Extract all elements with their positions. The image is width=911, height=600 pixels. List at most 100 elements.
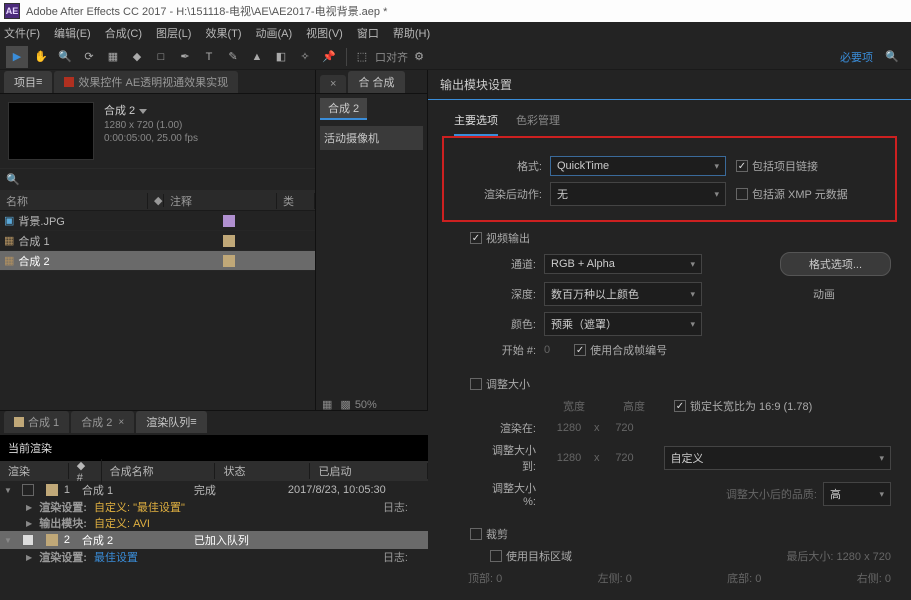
camera-tool-icon[interactable]: ▦	[102, 46, 124, 68]
menu-help[interactable]: 帮助(H)	[393, 25, 430, 41]
menu-composition[interactable]: 合成(C)	[105, 25, 142, 41]
column-type[interactable]: 类	[277, 193, 315, 209]
menu-file[interactable]: 文件(F)	[4, 25, 40, 41]
render-queue-tab[interactable]: 渲染队列 ≡	[136, 411, 206, 433]
selection-tool-icon[interactable]: ▶	[6, 46, 28, 68]
expand-toggle-icon[interactable]	[4, 534, 12, 546]
start-hash-label: 开始 #:	[480, 342, 536, 358]
text-tool-icon[interactable]: T	[198, 46, 220, 68]
zoom-level[interactable]: 50%	[355, 399, 377, 411]
search-icon[interactable]: 🔍	[6, 173, 20, 186]
render-checkbox[interactable]	[22, 534, 34, 546]
menu-view[interactable]: 视图(V)	[306, 25, 343, 41]
use-comp-frame-checkbox[interactable]: 使用合成帧编号	[574, 342, 667, 358]
chevron-down-icon[interactable]	[139, 109, 147, 114]
item-name: 合成 2	[18, 253, 49, 269]
comp-icon: ▦	[4, 254, 14, 267]
expand-toggle-icon[interactable]	[26, 551, 32, 563]
dialog-tab-color[interactable]: 色彩管理	[516, 112, 560, 136]
highlight-annotation: 格式: QuickTime▾ 包括项目链接 渲染后动作: 无▾ 包括源 XMP …	[442, 136, 897, 222]
rotate-tool-icon[interactable]: ⟳	[78, 46, 100, 68]
column-name[interactable]: 名称	[0, 193, 148, 209]
timeline-tab-comp2[interactable]: 合成 2×	[71, 411, 134, 433]
channel-dropdown[interactable]: RGB + Alpha▾	[544, 254, 702, 274]
rq-col-status[interactable]: 状态	[215, 463, 310, 479]
output-module-link[interactable]: 自定义: AVI	[94, 515, 150, 531]
pen-tool-icon[interactable]: ✒	[174, 46, 196, 68]
height-header: 高度	[604, 398, 664, 414]
expand-toggle-icon[interactable]	[26, 501, 32, 513]
menu-edit[interactable]: 编辑(E)	[54, 25, 91, 41]
comp-tab-close[interactable]: ×	[320, 75, 346, 93]
rq-status: 已加入队列	[194, 532, 288, 548]
roto-tool-icon[interactable]: ✧	[294, 46, 316, 68]
project-item[interactable]: ▦ 合成 2	[0, 251, 315, 271]
effect-controls-tab[interactable]: 效果控件 AE透明视通效果实现	[54, 71, 238, 93]
shape-tool-icon[interactable]: □	[150, 46, 172, 68]
log-label: 日志:	[383, 552, 408, 564]
format-dropdown[interactable]: QuickTime▾	[550, 156, 726, 176]
include-xmp-checkbox[interactable]: 包括源 XMP 元数据	[736, 186, 848, 202]
snap-label[interactable]: 口对齐	[375, 49, 408, 65]
label-swatch[interactable]	[46, 534, 58, 546]
log-label: 日志:	[383, 502, 408, 514]
color-dropdown[interactable]: 预乘（遮罩）▾	[544, 312, 702, 336]
render-settings-link[interactable]: 自定义: "最佳设置"	[94, 499, 185, 515]
expand-toggle-icon[interactable]	[4, 484, 12, 496]
hand-tool-icon[interactable]: ✋	[30, 46, 52, 68]
render-width: 1280	[544, 422, 594, 434]
expand-toggle-icon[interactable]	[26, 517, 32, 529]
dialog-tab-main[interactable]: 主要选项	[454, 112, 498, 136]
active-camera-label[interactable]: 活动摄像机	[320, 126, 423, 150]
menu-effect[interactable]: 效果(T)	[205, 25, 241, 41]
depth-dropdown[interactable]: 数百万种以上颜色▾	[544, 282, 702, 306]
resize-width: 1280	[544, 452, 594, 464]
eraser-tool-icon[interactable]: ◧	[270, 46, 292, 68]
timeline-tab-comp1[interactable]: 合成 1	[4, 411, 69, 433]
crop-top: 0	[496, 573, 502, 585]
menu-animation[interactable]: 动画(A)	[256, 25, 293, 41]
menu-layer[interactable]: 图层(L)	[156, 25, 191, 41]
resize-checkbox[interactable]: 调整大小	[470, 376, 530, 392]
crop-left-label: 左侧:	[598, 573, 623, 585]
stamp-tool-icon[interactable]: ▲	[246, 46, 268, 68]
anchor-tool-icon[interactable]: ◆	[126, 46, 148, 68]
crop-top-label: 顶部:	[468, 573, 493, 585]
crop-checkbox[interactable]: 裁剪	[470, 526, 508, 542]
zoom-tool-icon[interactable]: 🔍	[54, 46, 76, 68]
rq-col-name[interactable]: 合成名称	[102, 463, 216, 479]
label-swatch[interactable]	[223, 235, 235, 247]
post-render-dropdown[interactable]: 无▾	[550, 182, 726, 206]
project-item[interactable]: ▦ 合成 1	[0, 231, 315, 251]
comp-breadcrumb[interactable]: 合成 2	[320, 98, 367, 120]
search-icon[interactable]: 🔍	[881, 46, 903, 68]
puppet-tool-icon[interactable]: 📌	[318, 46, 340, 68]
column-label[interactable]: ◆	[148, 194, 164, 207]
project-tab[interactable]: 项目 ≡	[4, 71, 52, 93]
video-output-checkbox[interactable]: 视频输出	[470, 230, 530, 246]
rq-status: 完成	[194, 482, 288, 498]
window-title-bar: AE Adobe After Effects CC 2017 - H:\1511…	[0, 0, 911, 22]
label-swatch[interactable]	[223, 215, 235, 227]
render-queue-item[interactable]: 2 合成 2 已加入队列	[0, 531, 428, 549]
brush-tool-icon[interactable]: ✎	[222, 46, 244, 68]
label-swatch[interactable]	[223, 255, 235, 267]
label-swatch[interactable]	[46, 484, 58, 496]
format-options-button[interactable]: 格式选项...	[780, 252, 891, 276]
comp-viewer-tab[interactable]: 合 合成	[348, 71, 404, 93]
workspace-label[interactable]: 必要项	[840, 49, 873, 65]
rq-col-render[interactable]: 渲染	[0, 463, 69, 479]
item-name: 背景.JPG	[18, 213, 64, 229]
menu-window[interactable]: 窗口	[357, 25, 379, 41]
project-search-input[interactable]	[24, 174, 84, 186]
rq-col-started[interactable]: 已启动	[310, 463, 428, 479]
snap-opt-icon[interactable]: ⚙	[408, 46, 430, 68]
render-checkbox[interactable]	[22, 484, 34, 496]
render-queue-item[interactable]: 1 合成 1 完成 2017/8/23, 10:05:30	[0, 481, 428, 499]
snap-icon[interactable]: ⬚	[351, 46, 373, 68]
include-project-link-checkbox[interactable]: 包括项目链接	[736, 158, 818, 174]
render-settings-link[interactable]: 最佳设置	[94, 549, 138, 565]
column-comment[interactable]: 注释	[164, 193, 277, 209]
project-item[interactable]: ▣ 背景.JPG	[0, 211, 315, 231]
start-number-field[interactable]: 0	[544, 344, 550, 356]
